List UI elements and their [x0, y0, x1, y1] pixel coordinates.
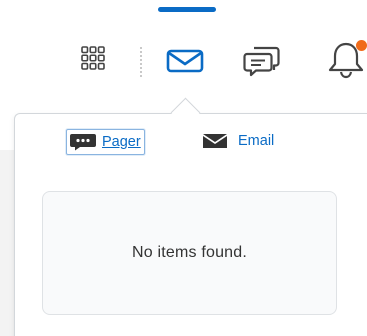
tab-pager-label: Pager	[102, 134, 141, 150]
apps-waffle-icon[interactable]	[81, 46, 105, 70]
notification-badge	[356, 40, 367, 51]
active-nav-indicator	[158, 7, 216, 12]
mail-icon[interactable]	[165, 45, 207, 75]
empty-state-box: No items found.	[42, 191, 337, 315]
navbar-messages-dropdown-screen: Pager Email No items found.	[0, 0, 367, 336]
chat-bubble-icon	[70, 134, 96, 151]
envelope-icon	[203, 134, 227, 148]
chat-icon[interactable]	[243, 42, 281, 78]
messages-dropdown: Pager Email No items found.	[14, 113, 367, 336]
navbar-icon-row	[0, 36, 367, 86]
navbar-divider	[140, 47, 142, 77]
tab-email-label: Email	[238, 133, 275, 149]
tab-pager[interactable]: Pager	[66, 129, 145, 155]
dropdown-tabs: Pager Email	[15, 114, 367, 174]
empty-state-message: No items found.	[131, 244, 248, 261]
tab-email[interactable]: Email	[202, 129, 274, 153]
